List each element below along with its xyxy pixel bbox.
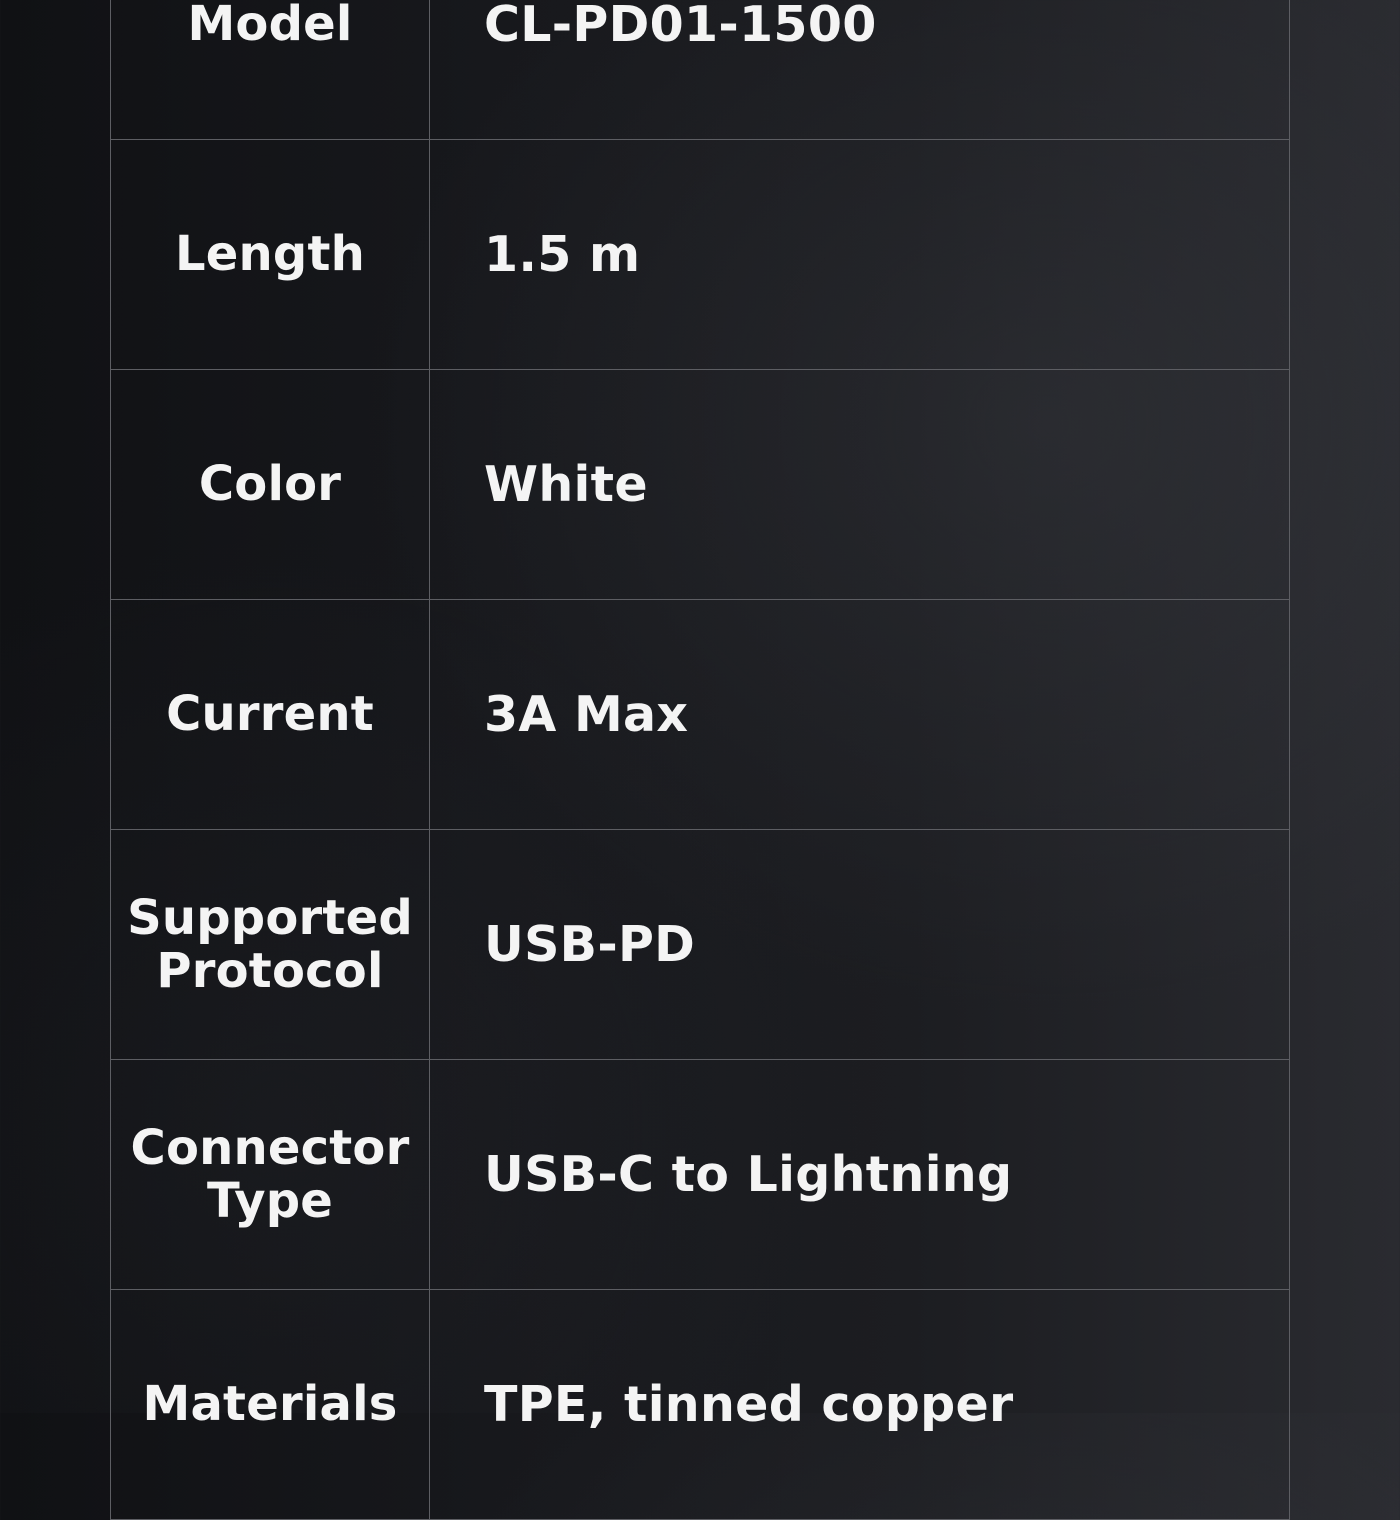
spec-label-color: Color [198, 456, 342, 512]
spec-value-materials: TPE, tinned copper [484, 1376, 1014, 1433]
spec-label-cell: Materials [111, 1290, 430, 1519]
spec-label-supported-protocol: Supported Protocol [127, 889, 413, 999]
spec-row-color: Color White [111, 370, 1289, 600]
spec-label-cell: Length [111, 140, 430, 369]
spec-value-cell: 3A Max [430, 600, 1289, 829]
spec-label-cell: Color [111, 370, 430, 599]
spec-label-length: Length [175, 226, 365, 282]
spec-label-current: Current [166, 686, 374, 742]
spec-label-connector-type: Connector Type [130, 1119, 410, 1229]
spec-table: Model CL-PD01-1500 Length 1.5 m Color Wh… [110, 0, 1290, 1520]
spec-value-length: 1.5 m [484, 226, 641, 283]
spec-label-cell: Supported Protocol [111, 830, 430, 1059]
spec-label-cell: Model [111, 0, 430, 139]
spec-label-model: Model [187, 0, 353, 52]
spec-row-connector-type: Connector Type USB-C to Lightning [111, 1060, 1289, 1290]
spec-value-cell: CL-PD01-1500 [430, 0, 1289, 139]
spec-row-current: Current 3A Max [111, 600, 1289, 830]
spec-value-supported-protocol: USB-PD [484, 916, 696, 973]
spec-value-cell: TPE, tinned copper [430, 1290, 1289, 1519]
spec-value-cell: 1.5 m [430, 140, 1289, 369]
spec-value-color: White [484, 456, 648, 513]
spec-value-model: CL-PD01-1500 [484, 0, 877, 53]
spec-label-cell: Current [111, 600, 430, 829]
spec-value-cell: White [430, 370, 1289, 599]
spec-value-cell: USB-C to Lightning [430, 1060, 1289, 1289]
spec-row-length: Length 1.5 m [111, 140, 1289, 370]
spec-label-cell: Connector Type [111, 1060, 430, 1289]
spec-label-materials: Materials [142, 1376, 398, 1432]
spec-row-model: Model CL-PD01-1500 [111, 0, 1289, 140]
spec-row-supported-protocol: Supported Protocol USB-PD [111, 830, 1289, 1060]
spec-value-connector-type: USB-C to Lightning [484, 1146, 1013, 1203]
spec-value-cell: USB-PD [430, 830, 1289, 1059]
spec-value-current: 3A Max [484, 686, 689, 743]
spec-row-materials: Materials TPE, tinned copper [111, 1290, 1289, 1520]
